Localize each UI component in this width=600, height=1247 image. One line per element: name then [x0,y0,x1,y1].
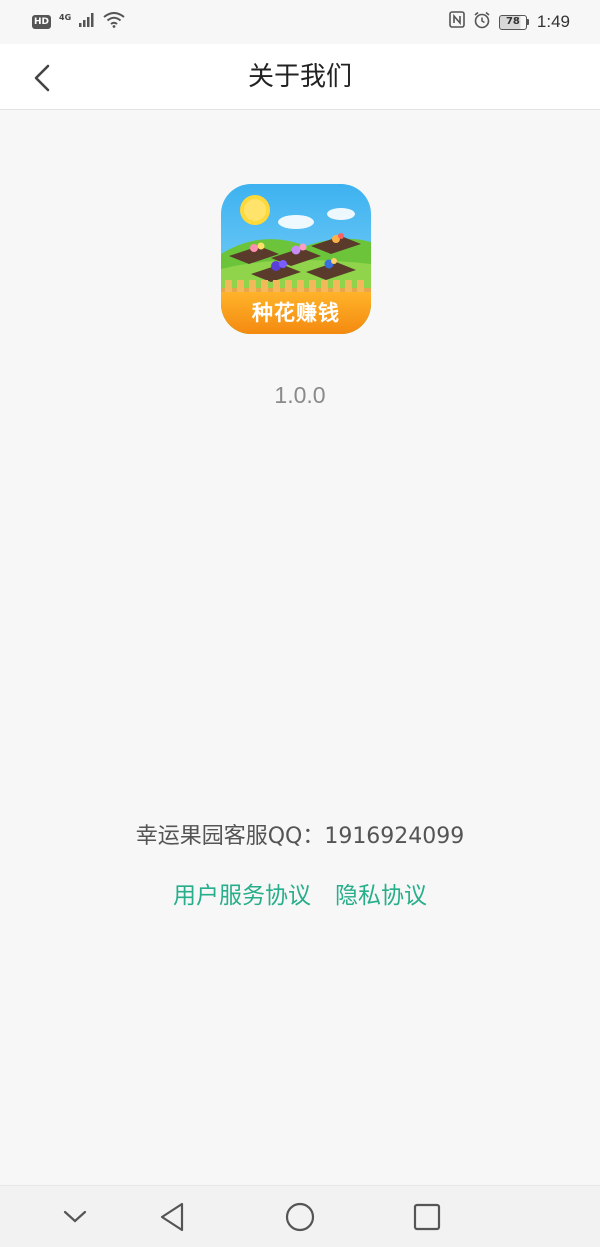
network-type: 4G [59,13,72,22]
status-right: 78 1:49 [449,11,570,34]
hd-badge: HD [32,15,52,29]
customer-service-qq: 幸运果园客服QQ：1916924099 [135,824,465,849]
app-header: 关于我们 [0,44,600,110]
page-title: 关于我们 [247,62,352,92]
app-version: 1.0.0 [274,382,326,408]
back-triangle-icon [160,1202,184,1232]
nav-collapse-button[interactable] [55,1197,95,1237]
battery-level: 78 [498,14,527,30]
chevron-left-icon [34,64,50,92]
home-circle-icon [285,1202,315,1232]
nav-home-button[interactable] [280,1197,320,1237]
terms-of-service-link[interactable]: 用户服务协议 [173,876,311,910]
signal-bars-icon [79,12,95,32]
status-bar: HD 4G 78 1:49 [0,0,600,44]
recents-square-icon [413,1203,441,1231]
wifi-icon [103,11,125,33]
app-logo: 种花赚钱 [221,184,371,334]
nav-back-button[interactable] [152,1197,192,1237]
nav-recents-button[interactable] [407,1197,447,1237]
battery-icon: 78 [498,14,529,30]
battery-tip [526,19,529,25]
nfc-icon [449,11,465,33]
privacy-policy-link[interactable]: 隐私协议 [335,876,427,910]
app-logo-label: 种花赚钱 [221,292,371,334]
alarm-clock-icon [473,11,491,34]
back-button[interactable] [24,60,60,96]
agreement-links: 用户服务协议 隐私协议 [0,876,600,910]
chevron-down-icon [63,1210,87,1223]
status-left: HD 4G [32,11,125,33]
system-nav-bar [0,1185,600,1247]
clock-time: 1:49 [536,12,570,31]
